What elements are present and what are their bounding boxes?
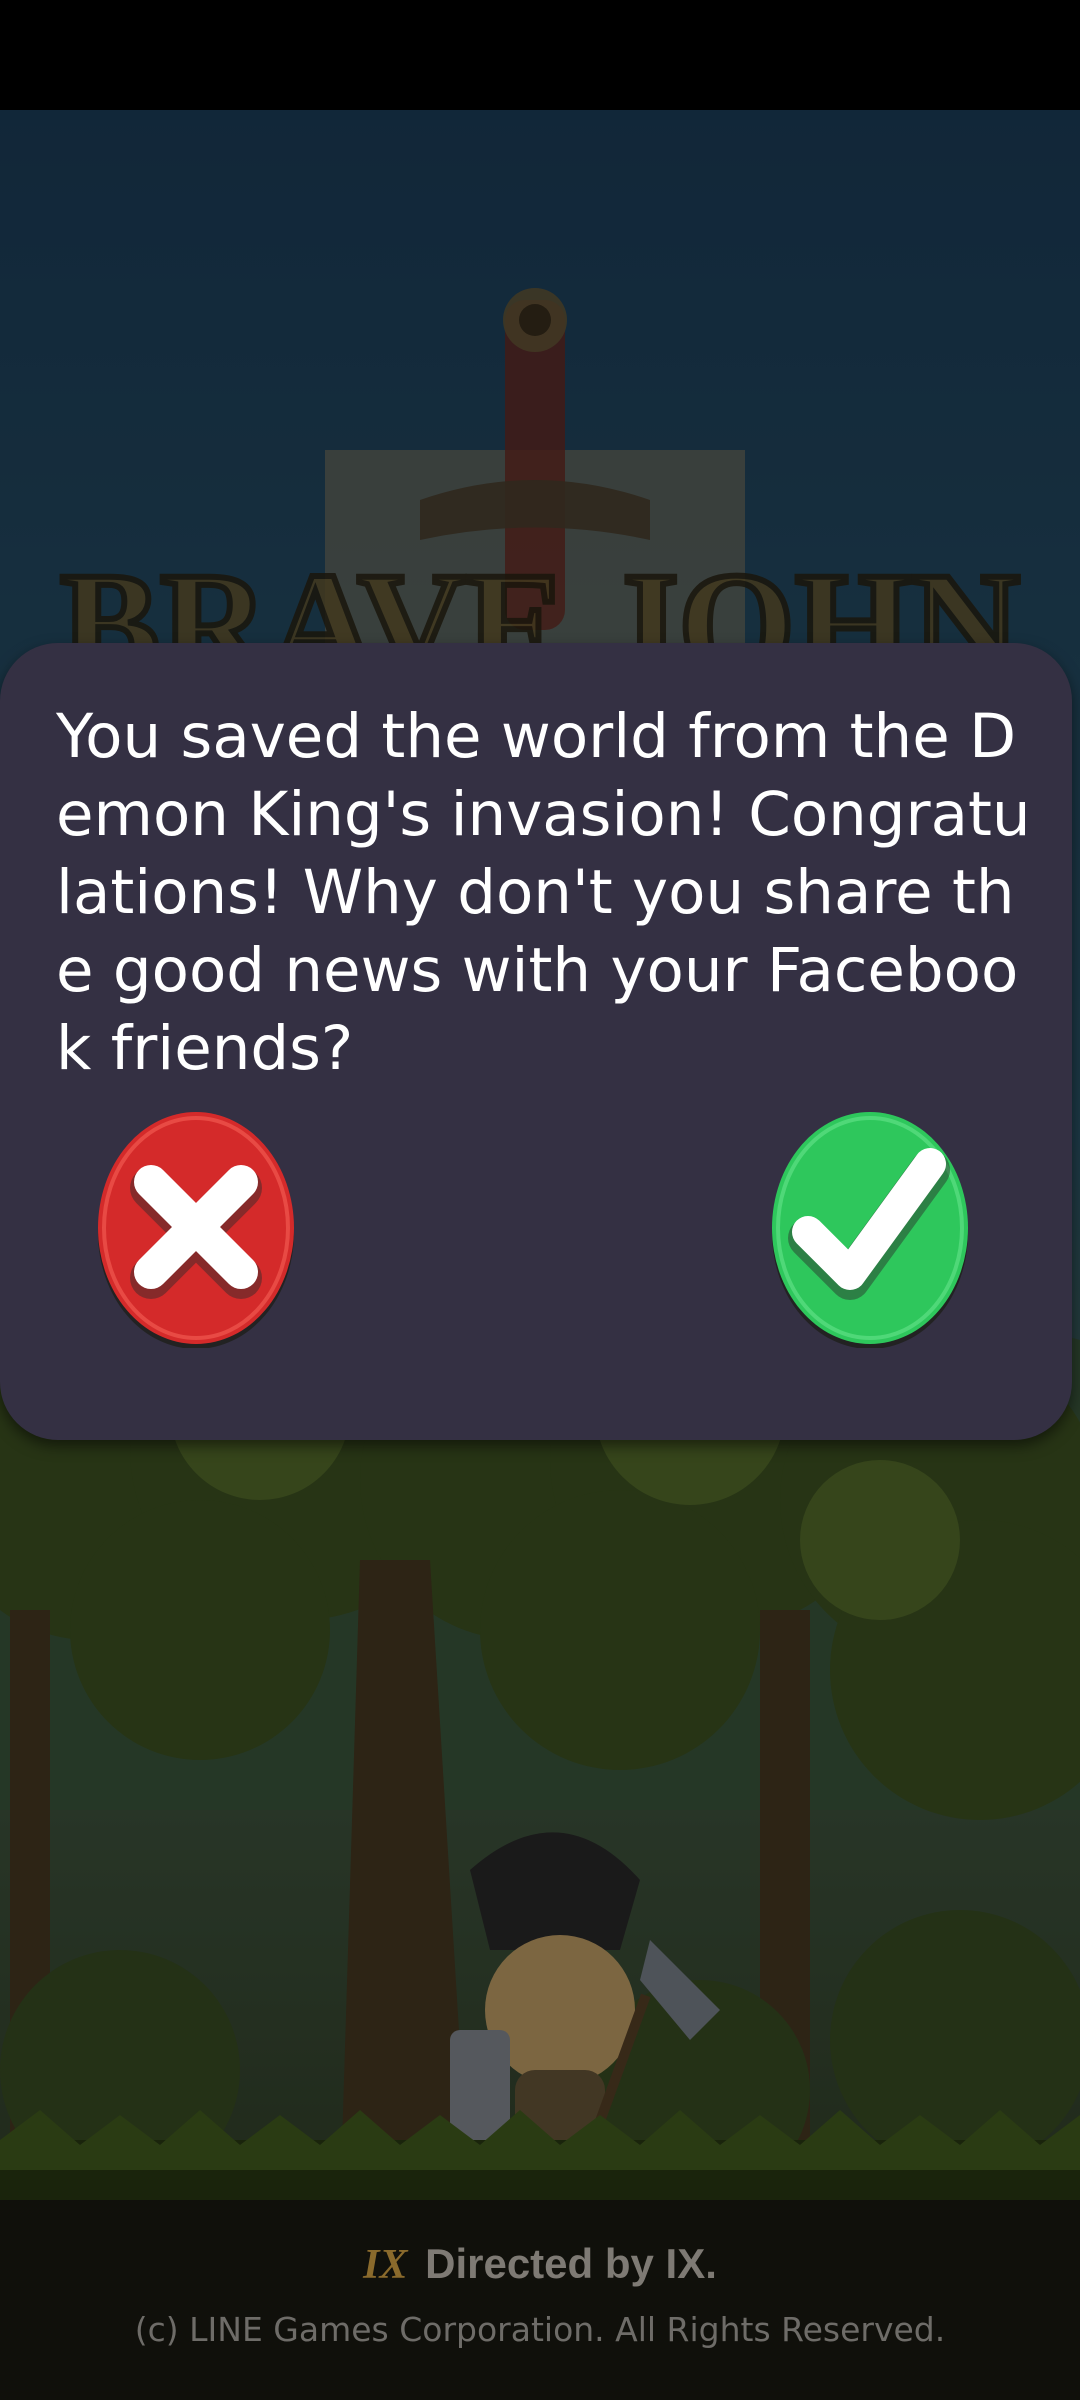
- dialog-message: You saved the world from the Demon King'…: [56, 701, 1031, 1084]
- share-dialog: You saved the world from the Demon King'…: [0, 643, 1072, 1440]
- directed-by-text: Directed by IX.: [425, 2240, 717, 2287]
- confirm-share-button[interactable]: [770, 1108, 970, 1348]
- ix-logo-icon: IX: [363, 2242, 408, 2288]
- copyright-text: (c) LINE Games Corporation. All Rights R…: [134, 2310, 946, 2349]
- status-bar: [0, 0, 1080, 110]
- directed-by-credit: IX Directed by IX.: [0, 2240, 1080, 2289]
- check-icon: [772, 1112, 968, 1348]
- close-x-icon: [98, 1112, 294, 1348]
- cancel-button[interactable]: [96, 1108, 296, 1348]
- game-screen: BRAVE JOHN You saved the world from the …: [0, 0, 1080, 2400]
